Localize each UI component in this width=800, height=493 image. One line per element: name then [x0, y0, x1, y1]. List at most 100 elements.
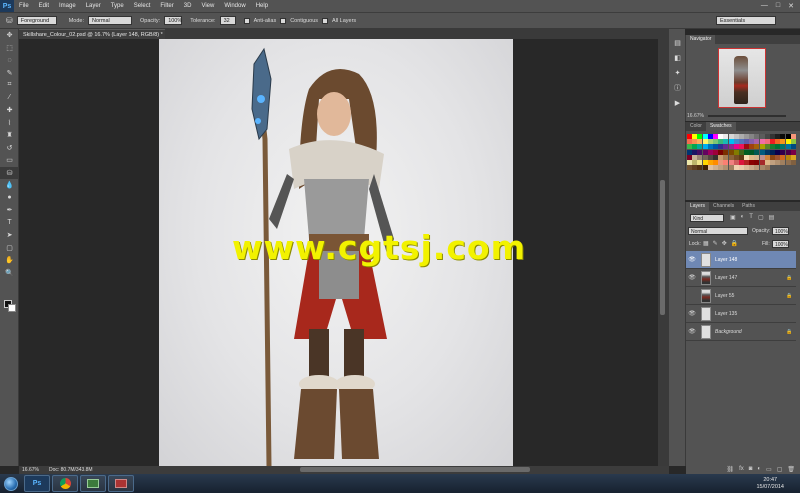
taskbar-chrome[interactable] — [52, 475, 78, 492]
contiguous-checkbox[interactable] — [280, 17, 287, 24]
new-layer-icon[interactable]: ▢ — [777, 466, 783, 473]
navigator-zoom-value[interactable]: 16.67% — [687, 113, 704, 119]
type-tool-icon[interactable]: T — [0, 217, 19, 230]
path-select-tool-icon[interactable]: ➤ — [0, 229, 19, 242]
layer-filter-kind-select[interactable]: Kind — [690, 214, 724, 222]
status-zoom[interactable]: 16.67% — [22, 467, 39, 473]
close-button[interactable]: ✕ — [788, 2, 794, 10]
horizontal-scroll-thumb[interactable] — [300, 467, 530, 472]
layer-style-icon[interactable]: fx — [739, 466, 744, 472]
menu-3d[interactable]: 3D — [179, 0, 197, 12]
lasso-tool-icon[interactable]: ◌ — [0, 54, 19, 67]
fill-source-select[interactable]: Foreground — [16, 16, 57, 25]
anti-alias-checkbox[interactable] — [243, 17, 250, 24]
fill-input[interactable]: 100% — [772, 240, 789, 248]
color-swatch[interactable] — [790, 159, 796, 165]
filter-shape-icon[interactable]: ▢ — [758, 214, 764, 221]
menu-file[interactable]: File — [14, 0, 34, 12]
blend-mode-select[interactable]: Normal — [688, 227, 748, 235]
layer-opacity-input[interactable]: 100% — [772, 227, 789, 235]
tab-channels[interactable]: Channels — [709, 202, 738, 211]
all-layers-checkbox[interactable] — [322, 17, 329, 24]
eyedropper-tool-icon[interactable]: ⁄ — [0, 92, 19, 105]
opacity-label: Opacity: — [140, 17, 161, 24]
tab-color[interactable]: Color — [686, 122, 706, 131]
start-button[interactable] — [0, 474, 22, 493]
background-color-swatch[interactable] — [8, 304, 16, 312]
layer-row[interactable]: Layer 55 🔒 — [686, 287, 796, 305]
workspace-select[interactable]: Essentials — [716, 16, 776, 25]
tab-navigator[interactable]: Navigator — [686, 35, 716, 44]
tolerance-input[interactable]: 32 — [219, 16, 236, 25]
menu-filter[interactable]: Filter — [155, 0, 178, 12]
menu-select[interactable]: Select — [129, 0, 156, 12]
document-tab[interactable]: Skillshare_Colour_02.psd @ 16.7% (Layer … — [19, 29, 165, 39]
rectangle-tool-icon[interactable]: ▢ — [0, 242, 19, 255]
visibility-eye-icon[interactable]: 👁 — [686, 274, 698, 281]
dodge-tool-icon[interactable]: ● — [0, 192, 19, 205]
opacity-input[interactable]: 100% — [164, 16, 182, 25]
info-icon[interactable]: ⓘ — [669, 80, 686, 95]
filter-adjustment-icon[interactable]: ◐ — [741, 214, 745, 221]
visibility-eye-icon[interactable]: 👁 — [686, 256, 698, 263]
actions-icon[interactable]: ▶ — [669, 95, 686, 110]
paint-bucket-tool-preset-icon[interactable]: ⛁ — [6, 16, 13, 25]
layer-row[interactable]: 👁 Layer 148 — [686, 251, 796, 269]
move-tool-icon[interactable]: ✥ — [0, 29, 19, 42]
crop-tool-icon[interactable]: ⌗ — [0, 79, 19, 92]
taskbar-photoshop[interactable]: Ps — [24, 475, 50, 492]
add-mask-icon[interactable]: ◙ — [749, 466, 753, 472]
lock-all-icon[interactable]: 🔒 — [731, 240, 738, 247]
filter-type-icon[interactable]: T — [749, 214, 753, 221]
properties-icon[interactable]: ◧ — [669, 50, 686, 65]
color-swatch[interactable] — [764, 165, 770, 171]
taskbar-app4[interactable] — [108, 475, 134, 492]
hand-tool-icon[interactable]: ✋ — [0, 254, 19, 267]
menu-type[interactable]: Type — [106, 0, 129, 12]
new-group-icon[interactable]: ▭ — [766, 466, 772, 473]
history-brush-tool-icon[interactable]: ↺ — [0, 142, 19, 155]
pen-tool-icon[interactable]: ✒ — [0, 204, 19, 217]
mode-select[interactable]: Normal — [88, 16, 132, 25]
minimize-button[interactable]: — — [761, 2, 768, 10]
contiguous-label: Contiguous — [290, 17, 319, 24]
lock-transparent-icon[interactable]: ▦ — [703, 240, 709, 247]
navigator-zoom-slider[interactable] — [708, 115, 786, 117]
layer-row[interactable]: 👁 Layer 135 — [686, 305, 796, 323]
zoom-tool-icon[interactable]: 🔍 — [0, 267, 19, 280]
menu-view[interactable]: View — [196, 0, 219, 12]
tab-layers[interactable]: Layers — [686, 202, 710, 211]
new-adjustment-icon[interactable]: ◐ — [757, 466, 761, 472]
menu-image[interactable]: Image — [54, 0, 81, 12]
layer-row[interactable]: 👁 Background 🔒 — [686, 323, 796, 341]
layer-row[interactable]: 👁 Layer 147 🔒 — [686, 269, 796, 287]
visibility-eye-icon[interactable]: 👁 — [686, 310, 698, 317]
paint-bucket-tool-icon[interactable]: ⛁ — [0, 166, 19, 179]
adjustments-icon[interactable]: ✦ — [669, 65, 686, 80]
blur-tool-icon[interactable]: 💧 — [0, 179, 19, 192]
link-layers-icon[interactable]: ⛓ — [726, 466, 734, 473]
quick-select-tool-icon[interactable]: ✎ — [0, 67, 19, 80]
filter-smart-object-icon[interactable]: ▤ — [769, 214, 775, 221]
marquee-tool-icon[interactable]: ⬚ — [0, 42, 19, 55]
vertical-scroll-thumb[interactable] — [660, 180, 665, 315]
tab-paths[interactable]: Paths — [738, 202, 759, 211]
delete-layer-icon[interactable]: 🗑 — [787, 466, 795, 473]
history-icon[interactable]: ▤ — [669, 35, 686, 50]
maximize-button[interactable]: □ — [776, 2, 780, 10]
taskbar-clock[interactable]: 20:47 15/07/2014 — [756, 477, 800, 491]
healing-brush-tool-icon[interactable]: ✚ — [0, 104, 19, 117]
lock-image-icon[interactable]: ✎ — [713, 240, 718, 247]
menu-window[interactable]: Window — [219, 0, 250, 12]
brush-tool-icon[interactable]: ⌇ — [0, 117, 19, 130]
menu-help[interactable]: Help — [251, 0, 273, 12]
visibility-eye-icon[interactable]: 👁 — [686, 328, 698, 335]
lock-position-icon[interactable]: ✥ — [722, 240, 727, 247]
menu-edit[interactable]: Edit — [34, 0, 54, 12]
clone-stamp-tool-icon[interactable]: ♜ — [0, 129, 19, 142]
tab-swatches[interactable]: Swatches — [705, 122, 736, 131]
filter-pixel-icon[interactable]: ▣ — [730, 214, 736, 221]
taskbar-app3[interactable] — [80, 475, 106, 492]
menu-layer[interactable]: Layer — [81, 0, 106, 12]
eraser-tool-icon[interactable]: ▭ — [0, 154, 19, 167]
